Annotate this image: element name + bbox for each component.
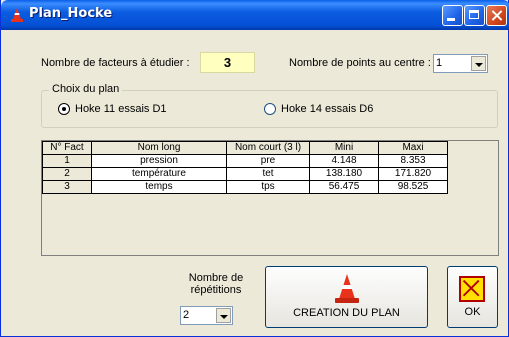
radio-hoke-11[interactable] — [58, 103, 70, 115]
plan-hocke-window: Plan_Hocke Nombre de facteurs à étudier … — [0, 0, 509, 337]
create-plan-button[interactable]: CREATION DU PLAN — [265, 266, 428, 328]
table-cell[interactable]: 138.180 — [309, 167, 379, 181]
table-cell: 2 — [42, 167, 92, 181]
table-cell[interactable]: température — [91, 167, 227, 181]
traffic-cone-icon — [335, 274, 359, 303]
table-cell: 3 — [42, 180, 92, 194]
close-button[interactable] — [486, 5, 507, 26]
minimize-button[interactable] — [442, 5, 463, 26]
factors-count-field[interactable]: 3 — [200, 52, 255, 73]
column-header-short-name: Nom court (3 l) — [226, 141, 310, 155]
factors-label: Nombre de facteurs à étudier : — [41, 57, 190, 69]
create-plan-label: CREATION DU PLAN — [293, 307, 400, 319]
plan-choice-title: Choix du plan — [49, 83, 123, 95]
repetitions-label-line2: répétitions — [190, 284, 242, 296]
table-cell[interactable]: 4.148 — [309, 154, 379, 168]
repetitions-select[interactable]: 2 — [180, 306, 233, 325]
repetitions-value: 2 — [183, 309, 190, 321]
table-cell: 1 — [42, 154, 92, 168]
title-bar[interactable]: Plan_Hocke — [1, 0, 509, 30]
table-cell[interactable]: 171.820 — [378, 167, 448, 181]
table-row: 2 température tet 138.180 171.820 — [42, 167, 448, 181]
table-cell[interactable]: 98.525 — [378, 180, 448, 194]
table-row: 3 temps tps 56.475 98.525 — [42, 180, 448, 194]
cancel-x-icon — [459, 276, 485, 302]
column-header-max: Maxi — [378, 141, 448, 155]
chevron-down-icon[interactable] — [216, 308, 231, 323]
traffic-cone-icon — [11, 8, 23, 22]
table-cell[interactable]: tet — [226, 167, 310, 181]
centre-points-select[interactable]: 1 — [433, 54, 488, 73]
repetitions-label-line1: Nombre de — [188, 272, 244, 284]
column-header-num: N° Fact — [42, 141, 92, 155]
radio-hoke-11-label[interactable]: Hoke 11 essais D1 — [75, 103, 167, 115]
table-cell[interactable]: 8.353 — [378, 154, 448, 168]
ok-button[interactable]: OK — [447, 266, 498, 328]
maximize-button[interactable] — [464, 5, 485, 26]
column-header-long-name: Nom long — [91, 141, 227, 155]
radio-hoke-14[interactable] — [264, 103, 276, 115]
table-cell[interactable]: 56.475 — [309, 180, 379, 194]
table-row: 1 pression pre 4.148 8.353 — [42, 154, 448, 168]
factors-table: N° Fact Nom long Nom court (3 l) Mini Ma… — [42, 141, 448, 194]
centre-points-label: Nombre de points au centre : — [289, 57, 431, 69]
table-cell[interactable]: pression — [91, 154, 227, 168]
column-header-min: Mini — [309, 141, 379, 155]
table-cell[interactable]: temps — [91, 180, 227, 194]
table-cell[interactable]: tps — [226, 180, 310, 194]
centre-points-value: 1 — [436, 57, 443, 69]
ok-label: OK — [464, 306, 481, 318]
window-title: Plan_Hocke — [29, 6, 113, 21]
chevron-down-icon[interactable] — [471, 56, 486, 71]
radio-hoke-14-label[interactable]: Hoke 14 essais D6 — [281, 103, 373, 115]
table-cell[interactable]: pre — [226, 154, 310, 168]
